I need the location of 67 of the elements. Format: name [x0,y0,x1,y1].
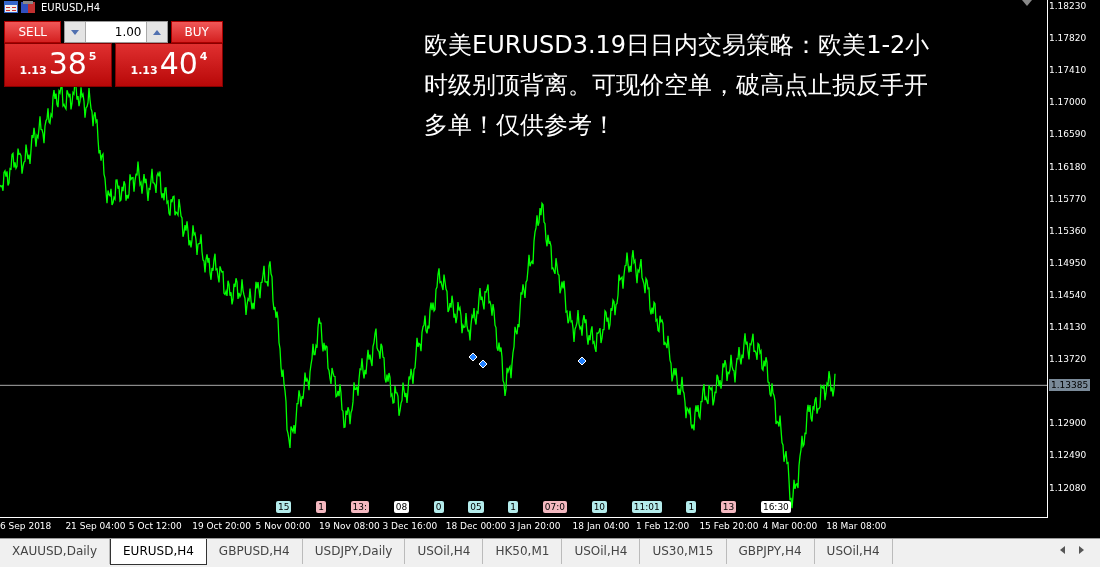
price-tick-label: 1.14130 [1049,322,1087,332]
down-arrow-icon[interactable] [71,29,80,35]
event-flag[interactable]: 11:01 [631,501,662,513]
event-flag[interactable]: 08 [393,501,410,513]
event-flag[interactable]: 05 [468,501,484,513]
event-flag[interactable]: 16:30 [760,501,791,513]
event-flag[interactable]: 0 [433,501,444,513]
event-flag[interactable]: 1 [508,501,519,513]
time-tick-label: 6 Sep 2018 [0,521,52,531]
price-tick-label: 1.18230 [1049,1,1087,11]
time-tick-label: 4 Mar 00:00 [762,521,818,531]
chart-tab[interactable]: EURUSD,H4 [110,539,207,565]
event-flag[interactable]: 10 [591,501,608,513]
chart-tab[interactable]: GBPUSD,H4 [206,539,303,564]
event-flag[interactable]: 1 [686,501,697,513]
price-tick-label: 1.14540 [1049,289,1087,300]
chart-tab[interactable]: USOil,H4 [405,539,484,564]
price-tick-label: 1.13720 [1049,354,1087,365]
window-icon[interactable] [4,1,18,13]
current-price-label: 1.13385 [1049,379,1091,392]
price-tick-label: 1.12900 [1049,418,1087,429]
price-tick-label: 1.16180 [1049,161,1087,172]
trade-icon[interactable] [21,1,35,13]
time-tick-label: 1 Feb 12:00 [636,521,690,531]
chart-title: EURUSD,H4 [41,1,100,13]
price-tick-label: 1.16590 [1049,129,1087,140]
scroll-right-icon[interactable] [1079,546,1084,554]
chart-tab[interactable]: HK50,M1 [483,539,563,564]
time-tick-label: 15 Feb 20:00 [699,521,759,531]
event-flag[interactable]: 07:0 [542,501,567,513]
chart-tab[interactable]: US30,M15 [640,539,727,564]
price-tick-label: 1.15770 [1049,193,1087,204]
period-marker-icon [1022,0,1032,6]
chart-tab[interactable]: USDJPY,Daily [302,539,406,564]
time-tick-label: 3 Jan 20:00 [509,521,561,531]
buy-button[interactable]: BUY [170,21,223,43]
up-arrow-icon[interactable] [152,29,161,35]
chart-tab[interactable]: GBPJPY,H4 [726,539,815,564]
price-tick-label: 1.17410 [1049,65,1087,76]
trade-marker-icon [468,352,478,362]
chart-tab[interactable]: USOil,H4 [562,539,641,564]
trade-marker-icon [577,356,587,366]
volume-field[interactable]: 1.00 [64,21,168,43]
time-tick-label: 18 Dec 00:00 [445,521,507,531]
time-tick-label: 19 Nov 08:00 [319,521,380,531]
time-tick-label: 18 Mar 08:00 [826,521,887,531]
sell-button[interactable]: SELL [4,21,62,43]
overlay-text: 欧美EURUSD3.19日日内交易策略：欧美1-2小时级别顶背离。可现价空单，破高点止损反手开多单！仅供参考！ [424,30,931,141]
time-tick-label: 5 Oct 12:00 [128,521,182,531]
price-tick-label: 1.12490 [1049,450,1087,461]
price-tick-label: 1.14950 [1049,257,1087,268]
event-flag[interactable]: 15 [276,501,292,513]
price-tick-label: 1.15360 [1049,225,1087,236]
time-tick-label: 19 Oct 20:00 [192,521,251,531]
event-flag[interactable]: 13 [720,501,737,513]
price-tick-label: 1.17820 [1049,33,1087,44]
scroll-left-icon[interactable] [1060,546,1065,554]
chart-tab[interactable]: USOil,H4 [814,539,893,564]
event-flag[interactable]: 13: [350,501,369,513]
time-tick-label: 3 Dec 16:00 [382,521,438,531]
time-tick-label: 21 Sep 04:00 [65,521,126,531]
time-tick-label: 5 Nov 00:00 [255,521,311,531]
event-flag[interactable]: 1 [316,501,326,513]
price-tick-label: 1.12080 [1049,482,1087,493]
trade-marker-icon [478,359,488,369]
price-tick-label: 1.17000 [1049,97,1087,108]
time-tick-label: 18 Jan 04:00 [572,521,630,531]
